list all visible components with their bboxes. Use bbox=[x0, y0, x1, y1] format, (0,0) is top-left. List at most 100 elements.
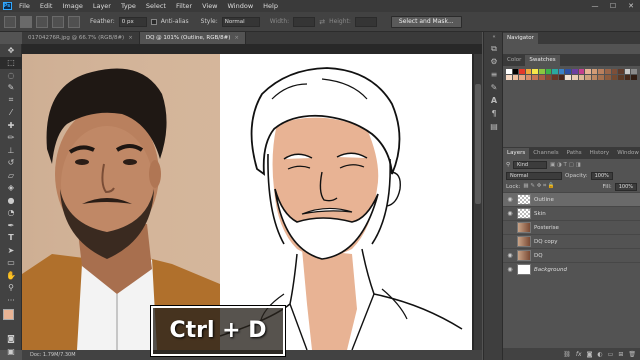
menu-type[interactable]: Type bbox=[116, 0, 141, 12]
history-brush-tool-icon[interactable]: ↺ bbox=[0, 157, 22, 170]
height-input[interactable] bbox=[354, 16, 377, 27]
color-swatch[interactable] bbox=[624, 69, 631, 74]
tab-source-photo[interactable]: 01704276R.jpg @ 66.7% (RGB/8#) × bbox=[22, 32, 140, 44]
collapse-icon[interactable]: « bbox=[484, 32, 504, 42]
more-tools-icon[interactable]: ··· bbox=[0, 294, 22, 307]
dodge-tool-icon[interactable]: ◔ bbox=[0, 207, 22, 220]
color-swatch[interactable] bbox=[604, 69, 611, 74]
color-picker[interactable] bbox=[0, 307, 21, 333]
color-swatch[interactable] bbox=[611, 69, 618, 74]
close-button[interactable]: ✕ bbox=[622, 0, 640, 12]
adjustment-icon[interactable]: ◐ bbox=[597, 351, 602, 358]
eye-icon[interactable]: ◉ bbox=[506, 252, 514, 259]
menu-help[interactable]: Help bbox=[258, 0, 283, 12]
tab-history[interactable]: History bbox=[586, 148, 614, 159]
color-swatch[interactable] bbox=[538, 75, 545, 80]
kind-filter-select[interactable]: Kind bbox=[513, 160, 548, 169]
swap-icon[interactable]: ⇄ bbox=[319, 18, 325, 26]
menu-file[interactable]: File bbox=[14, 0, 35, 12]
crop-tool-icon[interactable]: ⌗ bbox=[0, 94, 22, 107]
layer-row[interactable]: DQ copy bbox=[503, 234, 640, 248]
color-swatch[interactable] bbox=[631, 75, 637, 80]
eraser-tool-icon[interactable]: ▱ bbox=[0, 169, 22, 182]
blur-tool-icon[interactable]: ● bbox=[0, 194, 22, 207]
eye-icon[interactable]: ◉ bbox=[506, 266, 514, 273]
hand-tool-icon[interactable]: ✋ bbox=[0, 269, 22, 282]
color-swatch[interactable] bbox=[585, 69, 591, 74]
feather-input[interactable]: 0 px bbox=[118, 16, 147, 27]
tab-navigator[interactable]: Navigator bbox=[503, 33, 538, 44]
layer-row[interactable]: Posterise bbox=[503, 220, 640, 234]
color-swatch[interactable] bbox=[585, 75, 591, 80]
menu-view[interactable]: View bbox=[197, 0, 222, 12]
folder-icon[interactable]: ▭ bbox=[608, 351, 614, 358]
tab-color[interactable]: Color bbox=[503, 55, 525, 66]
type-tool-icon[interactable]: T bbox=[0, 232, 22, 245]
swatch-grid[interactable] bbox=[503, 66, 640, 83]
tab-close-icon[interactable]: × bbox=[128, 35, 133, 41]
color-swatch[interactable] bbox=[525, 69, 532, 74]
color-swatch[interactable] bbox=[506, 75, 512, 80]
pen-tool-icon[interactable]: ✒ bbox=[0, 219, 22, 232]
maximize-button[interactable]: ☐ bbox=[604, 0, 622, 12]
layer-row[interactable]: ◉ Background bbox=[503, 262, 640, 276]
paint-bucket-tool-icon[interactable]: ◈ bbox=[0, 182, 22, 195]
mask-icon[interactable]: ◙ bbox=[587, 351, 593, 358]
color-swatch[interactable] bbox=[598, 75, 604, 80]
tab-paths[interactable]: Paths bbox=[563, 148, 586, 159]
color-swatch[interactable] bbox=[598, 69, 604, 74]
rectangular-marquee-tool-icon[interactable]: ⬚ bbox=[0, 56, 22, 69]
color-swatch[interactable] bbox=[558, 75, 565, 80]
zoom-tool-icon[interactable]: ⚲ bbox=[0, 282, 22, 295]
tab-window[interactable]: Window bbox=[613, 148, 640, 159]
color-swatch[interactable] bbox=[506, 69, 512, 74]
menu-layer[interactable]: Layer bbox=[88, 0, 116, 12]
link-icon[interactable]: ⛓ bbox=[563, 351, 571, 358]
color-swatch[interactable] bbox=[532, 69, 538, 74]
eye-icon[interactable]: ◉ bbox=[506, 196, 514, 203]
filter-icons[interactable]: ▣ ◑ T ▢ ◨ bbox=[550, 162, 581, 168]
color-swatch[interactable] bbox=[552, 75, 558, 80]
new-selection-icon[interactable] bbox=[20, 15, 32, 28]
adjustments-panel-icon[interactable]: ≡ bbox=[484, 68, 504, 81]
blend-mode-select[interactable]: Normal bbox=[506, 171, 562, 180]
lasso-tool-icon[interactable]: ◌ bbox=[0, 69, 22, 82]
color-swatch[interactable] bbox=[558, 69, 565, 74]
lock-icons[interactable]: ▦ ✎ ✥ ⌗ 🔒 bbox=[523, 183, 554, 190]
opacity-input[interactable]: 100% bbox=[590, 171, 613, 180]
color-swatch[interactable] bbox=[578, 75, 585, 80]
tab-dq-outline[interactable]: DQ @ 101% (Outline, RGB/8#) × bbox=[139, 32, 246, 44]
color-swatch[interactable] bbox=[552, 69, 558, 74]
style-select[interactable]: Normal bbox=[221, 16, 260, 27]
menu-image[interactable]: Image bbox=[57, 0, 87, 12]
eye-icon[interactable]: ◉ bbox=[506, 210, 514, 217]
color-swatch[interactable] bbox=[631, 69, 637, 74]
color-swatch[interactable] bbox=[565, 69, 571, 74]
color-swatch[interactable] bbox=[512, 69, 519, 74]
color-swatch[interactable] bbox=[578, 69, 585, 74]
menu-window[interactable]: Window bbox=[223, 0, 259, 12]
fill-input[interactable]: 100% bbox=[614, 182, 637, 191]
color-swatch[interactable] bbox=[519, 75, 525, 80]
color-swatch[interactable] bbox=[618, 69, 624, 74]
color-swatch[interactable] bbox=[591, 69, 598, 74]
move-tool-icon[interactable]: ✥ bbox=[0, 44, 22, 57]
menu-filter[interactable]: Filter bbox=[171, 0, 197, 12]
color-swatch[interactable] bbox=[571, 75, 578, 80]
tab-close-icon[interactable]: × bbox=[234, 35, 239, 41]
color-swatch[interactable] bbox=[591, 75, 598, 80]
vertical-scrollbar[interactable] bbox=[474, 54, 482, 350]
minimize-button[interactable]: — bbox=[586, 0, 604, 12]
marquee-tool-preset-icon[interactable] bbox=[4, 15, 16, 28]
quick-mask-icon[interactable]: ◙ bbox=[0, 333, 22, 346]
color-swatch[interactable] bbox=[618, 75, 624, 80]
tab-channels[interactable]: Channels bbox=[529, 148, 562, 159]
color-swatch[interactable] bbox=[519, 69, 525, 74]
antialias-checkbox[interactable] bbox=[150, 18, 157, 25]
clone-stamp-tool-icon[interactable]: ⊥ bbox=[0, 144, 22, 157]
color-swatch[interactable] bbox=[604, 75, 611, 80]
rectangle-tool-icon[interactable]: ▭ bbox=[0, 257, 22, 270]
layer-row[interactable]: ◉ Outline bbox=[503, 192, 640, 206]
fx-icon[interactable]: fx bbox=[576, 351, 582, 358]
libraries-panel-icon[interactable]: ▤ bbox=[484, 120, 504, 133]
